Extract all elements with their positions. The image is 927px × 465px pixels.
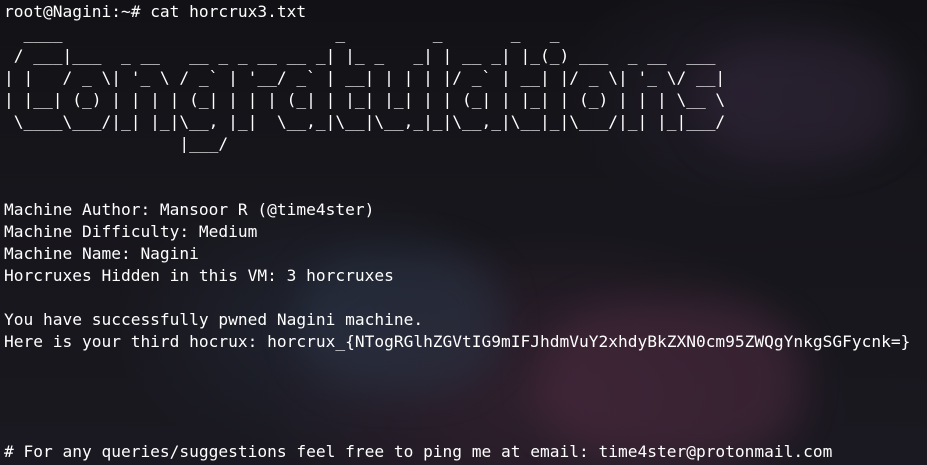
ascii-banner-line: \____\___/|_| |_|\__, |_| \__,_|\__|\__,…: [4, 112, 726, 131]
ascii-banner-line: | | / _ \| '_ \ / _` | '__/ _` | __| | |…: [4, 68, 726, 87]
machine-difficulty: Machine Difficulty: Medium: [4, 222, 258, 241]
success-message: You have successfully pwned Nagini machi…: [4, 310, 424, 329]
terminal-output: root@Nagini:~# cat horcrux3.txt ____ _ _…: [4, 1, 927, 463]
machine-author: Machine Author: Mansoor R (@time4ster): [4, 200, 375, 219]
ascii-banner-line: | |__| (_) | | | | (_| | | | (_| | |_| |…: [4, 90, 726, 109]
footer-contact-comment: # For any queries/suggestions feel free …: [4, 442, 833, 461]
ascii-banner-line: |___/: [4, 134, 735, 153]
ascii-banner-line: / ___|___ _ __ __ _ _ __ __ _| |_ _ _| |…: [4, 46, 726, 65]
command-line: root@Nagini:~# cat horcrux3.txt: [4, 1, 927, 23]
shell-prompt: root@Nagini:~#: [4, 2, 151, 21]
horcrux-count: Horcruxes Hidden in this VM: 3 horcruxes: [4, 266, 394, 285]
typed-command: cat horcrux3.txt: [150, 2, 307, 21]
terminal-window[interactable]: root@Nagini:~# cat horcrux3.txt ____ _ _…: [0, 0, 927, 465]
ascii-banner-line: ____ _ _ _ _: [4, 24, 726, 43]
machine-name: Machine Name: Nagini: [4, 244, 199, 263]
hocrux-flag: Here is your third hocrux: horcrux_{NTog…: [4, 332, 911, 351]
